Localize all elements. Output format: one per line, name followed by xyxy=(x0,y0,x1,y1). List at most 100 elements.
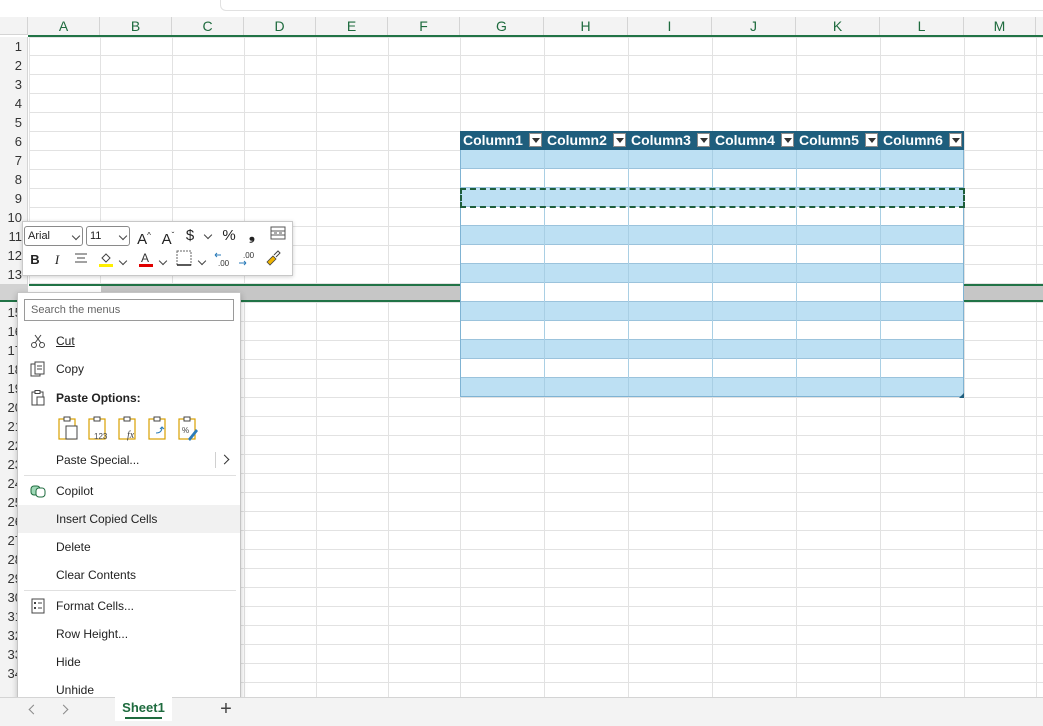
menu-item-copilot[interactable]: Copilot xyxy=(18,477,240,505)
paste-values-icon[interactable]: 123 xyxy=(86,415,110,441)
row-header[interactable]: 3 xyxy=(0,75,26,94)
chevron-right-icon[interactable] xyxy=(219,454,230,465)
chevron-down-icon[interactable] xyxy=(158,256,168,266)
chevron-down-icon[interactable] xyxy=(197,256,207,266)
menu-item-format-cells[interactable]: Format Cells... xyxy=(18,592,240,620)
row-header[interactable]: 1 xyxy=(0,37,26,56)
paste-formatting-icon[interactable]: % xyxy=(176,415,200,441)
menu-item-copy[interactable]: Copy xyxy=(18,355,240,383)
merge-cells-icon xyxy=(270,226,286,240)
comma-style-button[interactable]: ❟ xyxy=(245,226,259,246)
filter-dropdown-icon[interactable] xyxy=(613,133,626,147)
table-resize-handle[interactable] xyxy=(959,393,964,398)
filter-dropdown-icon[interactable] xyxy=(865,133,878,147)
currency-format-button[interactable]: $ xyxy=(182,226,198,246)
table-row[interactable] xyxy=(460,340,964,359)
font-size-dropdown[interactable]: 11 xyxy=(86,226,130,246)
table-header-column4[interactable]: Column4 xyxy=(712,131,796,150)
table-cell-divider xyxy=(544,207,545,226)
menu-item-clear-contents[interactable]: Clear Contents xyxy=(18,561,240,589)
filter-dropdown-icon[interactable] xyxy=(697,133,710,147)
table-row[interactable] xyxy=(460,150,964,169)
font-color-button[interactable]: A xyxy=(136,250,156,270)
table-row[interactable] xyxy=(460,264,964,283)
menu-item-cut[interactable]: Cut xyxy=(18,327,240,355)
table-row[interactable] xyxy=(460,226,964,245)
column-header-g[interactable]: G xyxy=(460,17,544,35)
column-header-a[interactable]: A xyxy=(28,17,100,35)
menu-item-row-height[interactable]: Row Height... xyxy=(18,620,240,648)
fill-color-button[interactable] xyxy=(96,250,116,270)
paste-icon[interactable] xyxy=(56,415,80,441)
menu-item-insert-copied-cells[interactable]: Insert Copied Cells xyxy=(18,505,240,533)
column-header-l[interactable]: L xyxy=(880,17,964,35)
header-label: Column6 xyxy=(883,132,943,148)
row-header[interactable]: 9 xyxy=(0,189,26,208)
row-header[interactable]: 7 xyxy=(0,151,26,170)
chevron-down-icon[interactable] xyxy=(118,256,128,266)
next-sheet-icon[interactable] xyxy=(58,704,69,715)
decrease-font-button[interactable]: Aˇ xyxy=(158,226,178,248)
column-header-b[interactable]: B xyxy=(100,17,172,35)
column-header-h[interactable]: H xyxy=(544,17,628,35)
column-header-c[interactable]: C xyxy=(172,17,244,35)
column-header-f[interactable]: F xyxy=(388,17,460,35)
paste-transpose-icon[interactable] xyxy=(146,415,170,441)
table-row[interactable] xyxy=(460,207,964,226)
table-row[interactable] xyxy=(460,378,964,397)
filter-dropdown-icon[interactable] xyxy=(529,133,542,147)
table-cell-divider xyxy=(628,359,629,378)
table-row[interactable] xyxy=(460,302,964,321)
menu-item-hide[interactable]: Hide xyxy=(18,648,240,676)
add-sheet-button[interactable]: + xyxy=(217,699,235,719)
menu-item-delete[interactable]: Delete xyxy=(18,533,240,561)
table-row[interactable] xyxy=(460,245,964,264)
table-row[interactable] xyxy=(460,283,964,302)
table-header-column3[interactable]: Column3 xyxy=(628,131,712,150)
italic-button[interactable]: I xyxy=(49,250,65,270)
table-header-column6[interactable]: Column6 xyxy=(880,131,964,150)
align-center-button[interactable] xyxy=(72,250,90,270)
bold-button[interactable]: B xyxy=(26,250,44,270)
percent-style-button[interactable]: % xyxy=(220,226,238,246)
table-header-column2[interactable]: Column2 xyxy=(544,131,628,150)
column-header-j[interactable]: J xyxy=(712,17,796,35)
decrease-decimal-icon: .00 xyxy=(239,251,255,266)
column-header-d[interactable]: D xyxy=(244,17,316,35)
sheet-tab-sheet1[interactable]: Sheet1 xyxy=(115,697,172,721)
filter-dropdown-icon[interactable] xyxy=(949,133,962,147)
font-name-dropdown[interactable]: Arial xyxy=(24,226,83,246)
table-cell-divider xyxy=(796,169,797,188)
table-header-column1[interactable]: Column1 xyxy=(460,131,544,150)
chevron-down-icon[interactable] xyxy=(203,230,213,240)
filter-dropdown-icon[interactable] xyxy=(781,133,794,147)
column-header-m[interactable]: M xyxy=(964,17,1036,35)
format-painter-button[interactable] xyxy=(263,250,283,270)
row-header[interactable]: 4 xyxy=(0,94,26,113)
menu-label: Copilot xyxy=(56,484,94,498)
increase-font-button[interactable]: A^ xyxy=(134,226,154,248)
table-header-column5[interactable]: Column5 xyxy=(796,131,880,150)
merge-center-button[interactable] xyxy=(268,226,288,246)
formula-bar-edge[interactable] xyxy=(220,0,1043,11)
menu-item-paste-special[interactable]: Paste Special... xyxy=(18,446,240,474)
borders-button[interactable] xyxy=(174,250,194,270)
column-header-k[interactable]: K xyxy=(796,17,880,35)
table-row[interactable] xyxy=(460,169,964,188)
table-cell-divider xyxy=(712,340,713,359)
increase-decimal-button[interactable]: .00 xyxy=(212,250,234,270)
row-header[interactable]: 5 xyxy=(0,113,26,132)
table-row[interactable] xyxy=(460,359,964,378)
table-row[interactable] xyxy=(460,321,964,340)
table-cell-divider xyxy=(796,359,797,378)
row-header[interactable]: 2 xyxy=(0,56,26,75)
column-header-i[interactable]: I xyxy=(628,17,712,35)
prev-sheet-icon[interactable] xyxy=(28,704,39,715)
row-header[interactable]: 6 xyxy=(0,132,26,151)
paste-formulas-icon[interactable]: fx xyxy=(116,415,140,441)
row-header[interactable]: 8 xyxy=(0,170,26,189)
decrease-decimal-button[interactable]: .00 xyxy=(236,250,258,270)
search-menus-input[interactable]: Search the menus xyxy=(24,299,234,321)
column-header-e[interactable]: E xyxy=(316,17,388,35)
select-all-corner[interactable] xyxy=(0,17,28,35)
